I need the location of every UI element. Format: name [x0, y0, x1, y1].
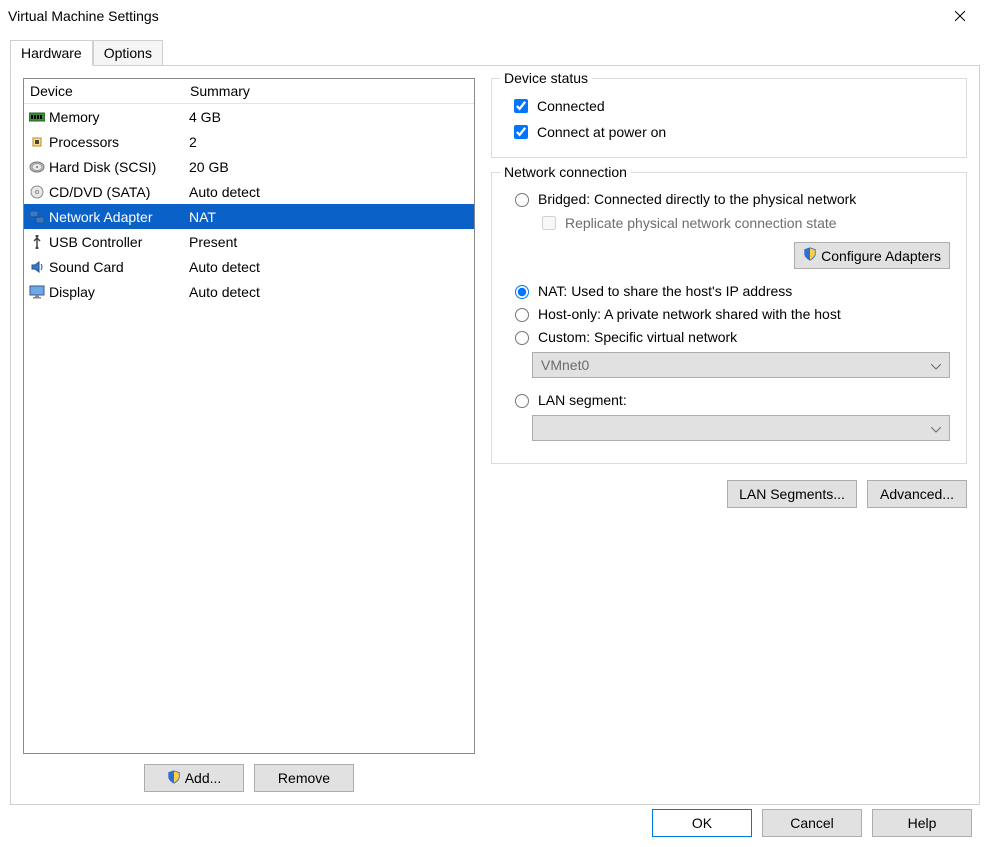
memory-icon: [28, 108, 46, 126]
device-row[interactable]: Memory4 GB: [24, 104, 474, 129]
checkbox-connect-at-power-on[interactable]: Connect at power on: [504, 119, 954, 145]
chevron-down-icon: [931, 420, 941, 436]
device-row[interactable]: USB ControllerPresent: [24, 229, 474, 254]
radio-bridged-input[interactable]: [515, 193, 529, 207]
radio-lan-segment-label: LAN segment:: [538, 392, 627, 408]
device-row[interactable]: Network AdapterNAT: [24, 204, 474, 229]
ok-button[interactable]: OK: [652, 809, 752, 837]
device-row[interactable]: CD/DVD (SATA)Auto detect: [24, 179, 474, 204]
column-header-device[interactable]: Device: [30, 83, 190, 99]
device-list-header: Device Summary: [24, 79, 474, 104]
remove-device-button[interactable]: Remove: [254, 764, 354, 792]
remove-button-label: Remove: [278, 770, 330, 786]
checkbox-connected-label: Connected: [537, 98, 605, 114]
window-title: Virtual Machine Settings: [8, 8, 937, 24]
titlebar: Virtual Machine Settings: [0, 0, 990, 32]
device-name: USB Controller: [49, 234, 189, 250]
usb-icon: [28, 233, 46, 251]
tab-strip: Hardware Options: [10, 40, 980, 66]
close-icon: [955, 8, 965, 24]
group-device-status: Device status Connected Connect at power…: [491, 78, 967, 158]
device-row[interactable]: Hard Disk (SCSI)20 GB: [24, 154, 474, 179]
column-header-summary[interactable]: Summary: [190, 83, 468, 99]
add-button-label: Add...: [185, 770, 222, 786]
disk-icon: [28, 158, 46, 176]
radio-bridged-label: Bridged: Connected directly to the physi…: [538, 191, 856, 207]
group-title-device-status: Device status: [500, 70, 592, 86]
checkbox-connected-input[interactable]: [514, 99, 528, 113]
shield-icon: [167, 770, 181, 787]
tab-pane-hardware: Device Summary Memory4 GBProcessors2Hard…: [10, 65, 980, 805]
radio-bridged[interactable]: Bridged: Connected directly to the physi…: [504, 187, 954, 210]
cd-icon: [28, 183, 46, 201]
group-title-network-connection: Network connection: [500, 164, 631, 180]
radio-lan-segment-input[interactable]: [515, 394, 529, 408]
group-network-connection: Network connection Bridged: Connected di…: [491, 172, 967, 464]
chevron-down-icon: [931, 357, 941, 373]
device-row[interactable]: Processors2: [24, 129, 474, 154]
display-icon: [28, 283, 46, 301]
checkbox-connect-at-power-on-input[interactable]: [514, 125, 528, 139]
device-name: Sound Card: [49, 259, 189, 275]
advanced-button[interactable]: Advanced...: [867, 480, 967, 508]
device-name: Hard Disk (SCSI): [49, 159, 189, 175]
checkbox-replicate-label: Replicate physical network connection st…: [565, 215, 837, 231]
cancel-button[interactable]: Cancel: [762, 809, 862, 837]
lan-segments-label: LAN Segments...: [739, 486, 845, 502]
cancel-label: Cancel: [790, 815, 834, 831]
device-summary: Auto detect: [189, 284, 470, 300]
advanced-label: Advanced...: [880, 486, 954, 502]
combo-custom-vmnet: VMnet0: [532, 352, 950, 378]
tab-hardware[interactable]: Hardware: [10, 40, 93, 66]
radio-custom[interactable]: Custom: Specific virtual network: [504, 325, 954, 348]
device-summary: Auto detect: [189, 184, 470, 200]
radio-nat-label: NAT: Used to share the host's IP address: [538, 283, 792, 299]
radio-host-only-label: Host-only: A private network shared with…: [538, 306, 841, 322]
device-name: Memory: [49, 109, 189, 125]
combo-lan-segment: [532, 415, 950, 441]
configure-adapters-label: Configure Adapters: [821, 248, 941, 264]
checkbox-connected[interactable]: Connected: [504, 93, 954, 119]
device-list: Device Summary Memory4 GBProcessors2Hard…: [23, 78, 475, 754]
combo-custom-vmnet-value: VMnet0: [541, 357, 589, 373]
radio-custom-label: Custom: Specific virtual network: [538, 329, 737, 345]
radio-custom-input[interactable]: [515, 331, 529, 345]
device-summary: 4 GB: [189, 109, 470, 125]
device-summary: Present: [189, 234, 470, 250]
device-summary: 20 GB: [189, 159, 470, 175]
checkbox-connect-at-power-on-label: Connect at power on: [537, 124, 666, 140]
radio-lan-segment[interactable]: LAN segment:: [504, 388, 954, 411]
radio-host-only-input[interactable]: [515, 308, 529, 322]
add-device-button[interactable]: Add...: [144, 764, 244, 792]
device-row[interactable]: DisplayAuto detect: [24, 279, 474, 304]
radio-host-only[interactable]: Host-only: A private network shared with…: [504, 302, 954, 325]
close-button[interactable]: [937, 2, 982, 30]
device-summary: NAT: [189, 209, 470, 225]
device-name: Network Adapter: [49, 209, 189, 225]
configure-adapters-button[interactable]: Configure Adapters: [794, 242, 950, 269]
ok-label: OK: [692, 815, 712, 831]
help-button[interactable]: Help: [872, 809, 972, 837]
radio-nat[interactable]: NAT: Used to share the host's IP address: [504, 279, 954, 302]
lan-segments-button[interactable]: LAN Segments...: [727, 480, 857, 508]
device-row[interactable]: Sound CardAuto detect: [24, 254, 474, 279]
shield-icon: [803, 247, 817, 264]
radio-nat-input[interactable]: [515, 285, 529, 299]
network-icon: [28, 208, 46, 226]
device-name: Display: [49, 284, 189, 300]
combo-lan-segment-value: [541, 420, 545, 436]
checkbox-replicate-input: [542, 216, 556, 230]
sound-icon: [28, 258, 46, 276]
device-name: Processors: [49, 134, 189, 150]
device-summary: 2: [189, 134, 470, 150]
dialog-footer: OK Cancel Help: [652, 809, 972, 837]
help-label: Help: [908, 815, 937, 831]
device-summary: Auto detect: [189, 259, 470, 275]
cpu-icon: [28, 133, 46, 151]
device-name: CD/DVD (SATA): [49, 184, 189, 200]
tab-options[interactable]: Options: [93, 40, 163, 66]
checkbox-replicate: Replicate physical network connection st…: [532, 210, 954, 236]
